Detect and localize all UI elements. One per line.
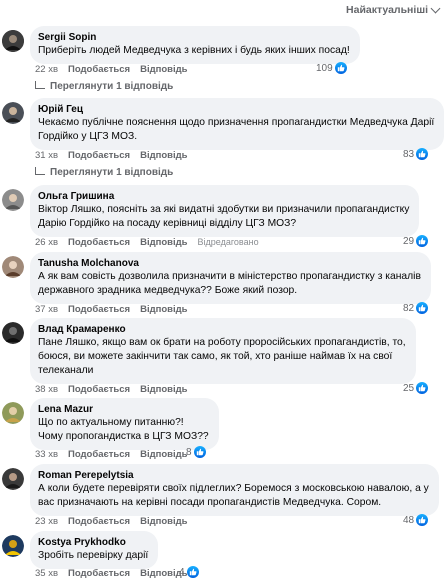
comment-time[interactable]: 26 хв (35, 237, 58, 248)
comment-text: Зробіть перевірку дарії (38, 550, 149, 561)
reply-button[interactable]: Відповідь (140, 516, 187, 527)
reaction-count[interactable]: 83 (403, 148, 429, 160)
comment-meta: 35 хв Подобається Відповідь (35, 567, 188, 579)
reply-button[interactable]: Відповідь (140, 384, 187, 395)
view-replies-label: Переглянути 1 відповідь (50, 167, 174, 178)
view-replies-link[interactable]: Переглянути 1 відповідь (35, 166, 174, 178)
comment-bubble: Kostya Prykhodko Зробіть перевірку дарії (30, 531, 159, 569)
reply-button[interactable]: Відповідь (140, 304, 187, 315)
comment-time[interactable]: 31 хв (35, 150, 58, 161)
reaction-count[interactable]: 8 (186, 446, 206, 458)
like-button[interactable]: Подобається (68, 449, 130, 460)
comment-bubble: Lena Mazur Що по актуальному питанню?! Ч… (30, 398, 219, 450)
comment-time[interactable]: 37 хв (35, 304, 58, 315)
sort-label: Найактуальніші (346, 4, 428, 16)
like-button[interactable]: Подобається (68, 304, 130, 315)
comment-author[interactable]: Юрій Гец (38, 103, 434, 116)
reply-button[interactable]: Відповідь (140, 237, 187, 248)
comment-meta: 37 хв Подобається Відповідь (35, 303, 188, 315)
reply-button[interactable]: Відповідь (140, 150, 187, 161)
thumbs-up-icon (416, 302, 429, 314)
reply-arrow-icon (35, 80, 45, 89)
thumbs-up-icon (334, 62, 347, 74)
likes-count: 4 (179, 566, 185, 578)
avatar[interactable] (2, 402, 24, 424)
likes-count: 48 (403, 514, 415, 526)
comment-author[interactable]: Tanusha Molchanova (38, 257, 421, 270)
comment-meta: 26 хв Подобається Відповідь Відредагован… (35, 236, 259, 248)
comment-text: Що по актуальному питанню?! Чому пропога… (38, 417, 209, 442)
like-button[interactable]: Подобається (68, 64, 130, 75)
comment-time[interactable]: 33 хв (35, 449, 58, 460)
view-replies-label: Переглянути 1 відповідь (50, 81, 174, 92)
comment-text: Пане Ляшко, якщо вам ок брати на роботу … (38, 337, 406, 376)
comment-bubble: Tanusha Molchanova А як вам совість дозв… (30, 252, 431, 304)
like-button[interactable]: Подобається (68, 150, 130, 161)
edited-label: Відредаговано (197, 237, 259, 247)
likes-count: 8 (186, 446, 192, 458)
reaction-count[interactable]: 4 (179, 566, 199, 578)
avatar[interactable] (2, 468, 24, 490)
thumbs-up-icon (416, 148, 429, 160)
comment-meta: 38 хв Подобається Відповідь (35, 383, 188, 395)
comment-time[interactable]: 35 хв (35, 568, 58, 579)
reaction-count[interactable]: 109 (316, 62, 347, 74)
likes-count: 83 (403, 148, 415, 160)
comment-author[interactable]: Ольга Гришина (38, 190, 409, 203)
thumbs-up-icon (416, 382, 429, 394)
reaction-count[interactable]: 82 (403, 302, 429, 314)
comment-bubble: Roman Perepelytsia А коли будете перевір… (30, 464, 439, 516)
reply-button[interactable]: Відповідь (140, 64, 187, 75)
avatar[interactable] (2, 256, 24, 278)
comment-time[interactable]: 22 хв (35, 64, 58, 75)
avatar[interactable] (2, 322, 24, 344)
reply-button[interactable]: Відповідь (140, 449, 187, 460)
thumbs-up-icon (186, 566, 199, 578)
reaction-count[interactable]: 48 (403, 514, 429, 526)
comment-meta: 33 хв Подобається Відповідь (35, 448, 188, 460)
comment-bubble: Ольга Гришина Віктор Ляшко, поясніть за … (30, 185, 420, 237)
comment-author[interactable]: Влад Крамаренко (38, 323, 406, 336)
comment-time[interactable]: 38 хв (35, 384, 58, 395)
avatar[interactable] (2, 30, 24, 52)
sort-dropdown[interactable]: Найактуальніші (346, 3, 441, 17)
thumbs-up-icon (416, 235, 429, 247)
comment-text: Віктор Ляшко, поясніть за які видатні зд… (38, 204, 410, 229)
likes-count: 82 (403, 302, 415, 314)
comment-bubble: Sergii Sopin Приберіть людей Медведчука … (30, 26, 360, 64)
avatar[interactable] (2, 535, 24, 557)
comment-meta: 22 хв Подобається Відповідь (35, 63, 188, 75)
comment-author[interactable]: Roman Perepelytsia (38, 469, 429, 482)
reaction-count[interactable]: 29 (403, 235, 429, 247)
comment-text: А як вам совість дозволила призначити в … (38, 271, 421, 296)
reaction-count[interactable]: 25 (403, 382, 429, 394)
comment-author[interactable]: Sergii Sopin (38, 31, 350, 44)
comment-text: А коли будете перевіряти своїх підлеглих… (38, 483, 429, 508)
likes-count: 25 (403, 382, 415, 394)
comment-time[interactable]: 23 хв (35, 516, 58, 527)
avatar[interactable] (2, 189, 24, 211)
thumbs-up-icon (416, 514, 429, 526)
like-button[interactable]: Подобається (68, 516, 130, 527)
chevron-down-icon (430, 3, 441, 13)
thumbs-up-icon (193, 446, 206, 458)
comment-bubble: Юрій Гец Чекаємо публічне пояснення щодо… (30, 98, 445, 150)
like-button[interactable]: Подобається (68, 568, 130, 579)
like-button[interactable]: Подобається (68, 384, 130, 395)
comment-text: Чекаємо публічне пояснення щодо призначе… (38, 117, 435, 142)
like-button[interactable]: Подобається (68, 237, 130, 248)
comment-meta: 31 хв Подобається Відповідь (35, 149, 188, 161)
comment-author[interactable]: Kostya Prykhodko (38, 536, 148, 549)
comment-author[interactable]: Lena Mazur (38, 403, 209, 416)
comment-meta: 23 хв Подобається Відповідь (35, 515, 188, 527)
likes-count: 29 (403, 235, 415, 247)
likes-count: 109 (316, 62, 333, 74)
avatar[interactable] (2, 102, 24, 124)
comment-bubble: Влад Крамаренко Пане Ляшко, якщо вам ок … (30, 318, 416, 384)
reply-arrow-icon (35, 166, 45, 175)
comment-text: Приберіть людей Медведчука з керівних і … (38, 45, 350, 56)
view-replies-link[interactable]: Переглянути 1 відповідь (35, 80, 174, 92)
